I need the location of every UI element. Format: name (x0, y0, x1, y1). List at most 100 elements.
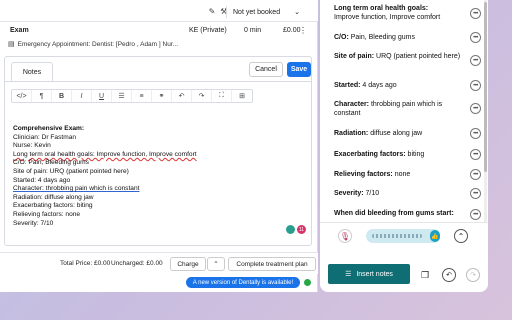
assistant-item: When did bleeding from gums start: (334, 209, 466, 219)
item-label: Relieving factors: (334, 171, 393, 178)
tab-divider (5, 81, 311, 82)
pen-icon[interactable]: ✎ (207, 6, 217, 16)
save-button[interactable]: Save (287, 62, 311, 77)
link-icon[interactable]: ⚭ (152, 90, 172, 102)
note-line: Nurse: Kevin (13, 142, 51, 150)
undo-icon[interactable]: ↶ (442, 268, 456, 282)
calendar-icon: ▤ (8, 41, 15, 48)
editor-badges: 11 (286, 225, 306, 234)
item-label: Started: (334, 82, 361, 89)
more-options-icon[interactable]: ••• (470, 32, 481, 43)
note-line: Long term oral health goals: Improve fun… (13, 150, 197, 158)
assistant-item: C/O: Pain, Bleeding gums (334, 33, 466, 42)
assistant-item: Long term oral health goals: Improve func… (334, 4, 466, 22)
treatment-name: Exam (10, 27, 29, 34)
more-options-icon[interactable]: ••• (470, 149, 481, 160)
undo-icon[interactable]: ↶ (172, 90, 192, 102)
more-options-icon[interactable]: ••• (470, 188, 481, 199)
item-label: Long term oral health goals: (334, 5, 429, 12)
grammar-count-badge[interactable]: 11 (297, 225, 306, 234)
more-options-icon[interactable]: ••• (470, 209, 481, 220)
chevron-up-icon[interactable]: ⌃ (454, 229, 468, 243)
note-line: Relieving factors: none (13, 210, 81, 218)
notes-card: Notes Cancel Save </> ¶ B I U ☰ ≡ ⚭ ↶ ↷ … (4, 56, 312, 246)
copy-icon[interactable]: ❐ (418, 268, 432, 282)
scrollbar-thumb[interactable] (484, 2, 487, 172)
total-price: Total Price: £0.00 (60, 260, 111, 267)
duration: 0 min (244, 27, 262, 34)
italic-icon[interactable]: I (72, 90, 92, 102)
item-value: none (394, 171, 411, 178)
booking-status-dropdown[interactable]: Not yet booked ⌄ (226, 6, 302, 18)
numbered-list-icon[interactable]: ≡ (132, 90, 152, 102)
assistant-divider (320, 222, 488, 223)
more-vertical-icon[interactable]: ⋮ (299, 26, 307, 35)
more-options-icon[interactable]: ••• (470, 128, 481, 139)
charge-button[interactable]: Charge (170, 257, 206, 271)
assistant-item: Radiation: diffuse along jaw (334, 129, 466, 138)
item-label: When did bleeding from gums start: (334, 210, 454, 217)
item-value: Improve function, Improve comfort (334, 14, 441, 21)
insert-table-icon[interactable]: ⊞ (232, 90, 252, 102)
assistant-item: Exacerbating factors: biting (334, 150, 466, 159)
code-icon[interactable]: </> (12, 90, 32, 102)
assistant-item: Character: throbbing pain which is const… (334, 100, 466, 118)
item-label: Site of pain: (334, 53, 375, 60)
note-line: Site of pain: URQ (patient pointed here) (13, 167, 129, 175)
complete-treatment-plan-button[interactable]: Complete treatment plan (228, 257, 316, 271)
note-line: Exacerbating factors: biting (13, 202, 93, 210)
item-label: C/O: (334, 34, 349, 41)
editor-toolbar: </> ¶ B I U ☰ ≡ ⚭ ↶ ↷ ⛶ ⊞ (11, 89, 253, 103)
charge-menu-toggle[interactable]: ⌃ (207, 257, 225, 271)
item-label: Exacerbating factors: (334, 151, 406, 158)
item-value: Pain, Bleeding gums (350, 34, 415, 41)
recording-waveform (366, 229, 440, 243)
more-options-icon[interactable]: ••• (470, 103, 481, 114)
bold-icon[interactable]: B (52, 90, 72, 102)
item-value: 4 days ago (362, 82, 397, 89)
notes-editor[interactable]: Comprehensive Exam: Clinician: Dr Fastma… (13, 125, 303, 228)
note-line: Clinician: Dr Fastman (13, 133, 77, 141)
payer: KE (Private) (189, 27, 227, 34)
cancel-button[interactable]: Cancel (249, 62, 283, 77)
underline-icon[interactable]: U (92, 90, 112, 102)
tab-notes-label: Notes (22, 69, 42, 76)
price: £0.00 (283, 27, 301, 34)
redo-icon[interactable]: ↷ (192, 90, 212, 102)
assistant-item: Site of pain: URQ (patient pointed here) (334, 52, 466, 61)
item-value: 7/10 (365, 190, 380, 197)
redo-icon[interactable]: ↷ (466, 268, 480, 282)
appointment-topbar: ✎ ⚒ Not yet booked ⌄ (0, 0, 318, 22)
chevron-down-icon: ⌄ (294, 9, 300, 16)
more-options-icon[interactable]: ••• (470, 55, 481, 66)
uncharged-price: Uncharged: £0.00 (111, 260, 163, 267)
note-line: Severity: 7/10 (13, 219, 54, 227)
update-banner[interactable]: A new version of Dentally is available! (186, 277, 300, 288)
thumbs-up-icon[interactable]: 👍 (430, 230, 440, 242)
assistant-item: Severity: 7/10 (334, 189, 466, 198)
item-value: biting (407, 151, 425, 158)
treatment-footer: Total Price: £0.00 Uncharged: £0.00 Char… (0, 252, 318, 274)
more-options-icon[interactable]: ••• (470, 169, 481, 180)
tab-notes[interactable]: Notes (11, 62, 53, 82)
bullet-list-icon[interactable]: ☰ (112, 90, 132, 102)
fullscreen-icon[interactable]: ⛶ (212, 90, 232, 102)
chevron-up-icon: ⌃ (213, 261, 219, 268)
waveform-bars (372, 234, 422, 238)
assistant-item: Relieving factors: none (334, 170, 466, 179)
insert-notes-button[interactable]: ☰ Insert notes (328, 264, 410, 284)
more-options-icon[interactable]: ••• (470, 8, 481, 19)
assistant-badge-icon[interactable] (286, 225, 295, 234)
booking-status-value: Not yet booked (233, 8, 281, 16)
online-status-icon (304, 279, 311, 286)
note-line: Started: 4 days ago (13, 176, 71, 184)
item-label: Character: (334, 101, 370, 108)
more-options-icon[interactable]: ••• (470, 80, 481, 91)
note-line: C/O: Pain, Bleeding gums (13, 159, 89, 167)
item-value: URQ (patient pointed here) (376, 53, 461, 60)
microphone-icon[interactable]: 🎙 (338, 229, 352, 243)
appointment-description: Emergency Appointment: Dentist: [Pedro ,… (17, 40, 179, 48)
item-label: Severity: (334, 190, 364, 197)
paragraph-icon[interactable]: ¶ (32, 90, 52, 102)
item-value: diffuse along jaw (370, 130, 423, 137)
